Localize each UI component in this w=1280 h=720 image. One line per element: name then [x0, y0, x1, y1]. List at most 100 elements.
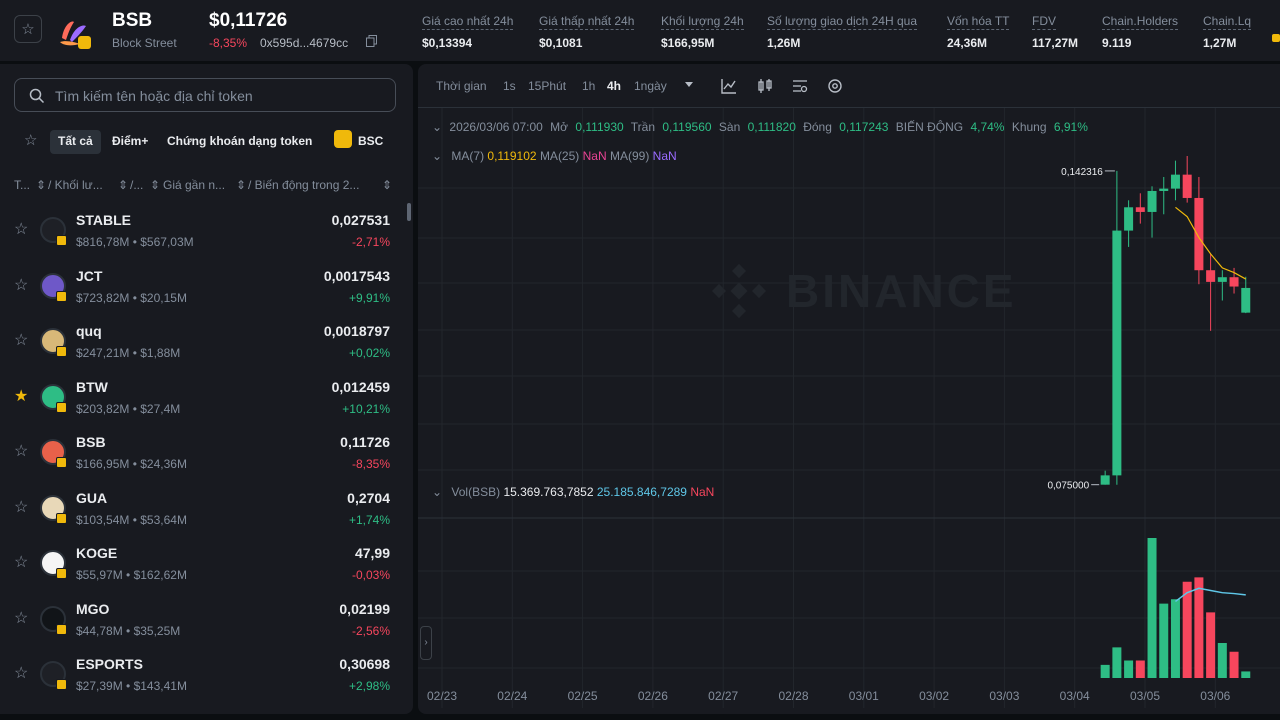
x-tick-label: 03/02: [919, 689, 949, 703]
x-tick-label: 03/04: [1060, 689, 1090, 703]
candle-body: [1229, 277, 1239, 287]
contract-address[interactable]: 0x595d...4679cc: [260, 36, 348, 50]
ohlc-date: 2026/03/06 07:00: [449, 120, 543, 134]
token-price: 0,2704: [347, 489, 390, 506]
favorites-filter-icon[interactable]: ☆: [24, 131, 37, 149]
col-volume[interactable]: / Khối lư...: [48, 178, 103, 192]
more-stats-icon[interactable]: [1272, 34, 1280, 42]
tab-tokenized-stocks[interactable]: Chứng khoán dạng token: [159, 130, 320, 154]
binance-watermark-icon: [711, 263, 767, 319]
col-token[interactable]: T...: [14, 178, 30, 192]
sort-icon[interactable]: ⇕: [118, 178, 128, 192]
favorite-star-icon[interactable]: ☆: [14, 275, 28, 295]
volume-bar: [1217, 643, 1227, 678]
stat-label: Chain.Holders: [1102, 14, 1179, 30]
list-scrollbar[interactable]: [407, 203, 411, 221]
vol-value: 15.369.763,7852: [503, 485, 594, 499]
token-row[interactable]: ☆ BSB $166,95M • $24,36M 0,11726 -8,35%: [0, 426, 404, 481]
token-name: quq: [76, 323, 102, 339]
token-price: 0,027531: [331, 212, 390, 228]
favorite-star-icon[interactable]: ☆: [14, 552, 28, 572]
token-volume-mcap: $27,39M • $143,41M: [76, 679, 187, 693]
ohlc-legend: ⌄ 2026/03/06 07:00 Mở 0,111930 Trần 0,11…: [432, 120, 1092, 134]
search-icon: [29, 88, 45, 104]
candle-body: [1100, 475, 1110, 485]
favorite-star-icon[interactable]: ☆: [14, 497, 28, 517]
bsc-badge-icon: [56, 679, 67, 690]
interval-1d[interactable]: 1ngày: [634, 79, 667, 93]
token-price: 0,012459: [331, 378, 390, 395]
token-volume-mcap: $166,95M • $24,36M: [76, 457, 187, 471]
sort-icon[interactable]: ⇕: [236, 178, 246, 192]
expand-panel-button[interactable]: ›: [420, 626, 432, 660]
sort-icon[interactable]: ⇕: [36, 178, 46, 192]
ma7-label: MA(7): [451, 149, 485, 163]
collapse-chevron-icon[interactable]: ⌄: [432, 485, 442, 499]
favorite-star-icon[interactable]: ★: [14, 386, 28, 406]
gear-icon[interactable]: [826, 77, 844, 95]
token-row[interactable]: ★ BTW $203,82M • $27,4M 0,012459 +10,21%: [0, 371, 404, 426]
token-row[interactable]: ☆ quq $247,21M • $1,88M 0,0018797 +0,02%: [0, 315, 404, 370]
ohlc-close-label: Đóng: [803, 120, 832, 134]
token-header: ☆ BSB Block Street $0,11726 -8,35% 0x595…: [0, 0, 1280, 62]
list-column-headers: T... ⇕ / Khối lư... ⇕ /... ⇕ Giá gần n..…: [0, 178, 413, 196]
bsc-badge-icon: [56, 457, 67, 468]
tab-all[interactable]: Tất cả: [50, 130, 101, 154]
favorite-star-icon[interactable]: ☆: [14, 219, 28, 239]
token-volume-mcap: $723,82M • $20,15M: [76, 290, 187, 305]
token-row[interactable]: ☆ GUA $103,54M • $53,64M 0,2704 +1,74%: [0, 482, 404, 537]
sort-icon[interactable]: ⇕: [150, 178, 160, 192]
search-input[interactable]: Tìm kiếm tên hoặc địa chỉ token: [55, 88, 253, 104]
token-row[interactable]: ☆ MGO $44,78M • $35,25M 0,02199 -2,56%: [0, 593, 404, 648]
x-tick-label: 03/01: [849, 689, 879, 703]
interval-dropdown-icon[interactable]: [684, 81, 694, 89]
favorite-star-icon[interactable]: ☆: [14, 441, 28, 461]
search-box[interactable]: Tìm kiếm tên hoặc địa chỉ token: [14, 78, 396, 112]
tab-bsc[interactable]: BSC: [350, 130, 391, 154]
tab-points[interactable]: Điểm+: [104, 130, 156, 154]
copy-icon[interactable]: [366, 35, 377, 47]
display-settings-icon[interactable]: [791, 77, 809, 95]
x-tick-label: 02/28: [778, 689, 808, 703]
stat-value: $0,13394: [422, 36, 473, 50]
candle-body: [1206, 270, 1216, 282]
indicator-icon[interactable]: [720, 77, 738, 95]
collapse-chevron-icon[interactable]: ⌄: [432, 149, 442, 163]
sort-icon[interactable]: ⇕: [382, 178, 392, 192]
token-change: -0,03%: [351, 568, 390, 582]
stat-holders: Chain.Holders 9.119: [1102, 12, 1179, 50]
bsb-logo-icon: [60, 21, 91, 49]
col-price[interactable]: Giá gần n...: [163, 178, 225, 192]
filter-tabs: ☆ Tất cả Điểm+ Chứng khoán dạng token BS…: [0, 126, 413, 154]
stat-value: 117,27M: [1032, 36, 1079, 50]
favorite-star-icon[interactable]: ☆: [14, 663, 28, 683]
token-list-panel: Tìm kiếm tên hoặc địa chỉ token ☆ Tất cả…: [0, 64, 413, 714]
candle-type-icon[interactable]: [756, 77, 774, 95]
favorite-star-icon[interactable]: ☆: [14, 608, 28, 628]
token-row[interactable]: ☆ ESPORTS $27,39M • $143,41M 0,30698 +2,98%: [0, 648, 404, 703]
candle-body: [1182, 174, 1192, 198]
interval-15m[interactable]: 15Phút: [528, 79, 566, 93]
volume-bar: [1147, 538, 1157, 678]
price-chart[interactable]: 02/23 02/24 02/25 02/26 02/27 02/28 03/01 03/02…: [418, 108, 1280, 714]
interval-1h[interactable]: 1h: [582, 79, 595, 93]
vol-label: Vol(BSB): [451, 485, 501, 499]
token-price: $0,11726: [209, 10, 288, 31]
favorite-star-button[interactable]: ☆: [14, 15, 42, 43]
token-change: -8,35%: [351, 457, 390, 471]
token-change: +1,74%: [348, 512, 390, 527]
col-change[interactable]: / Biến động trong 2...: [248, 178, 359, 192]
token-row[interactable]: ☆ KOGE $55,97M • $162,62M 47,99 -0,03%: [0, 537, 404, 592]
col-mcap[interactable]: /...: [130, 178, 143, 192]
stat-label: Giá thấp nhất 24h: [539, 14, 635, 30]
token-row[interactable]: ☆ STABLE $816,78M • $567,03M 0,027531 -2,71%: [0, 204, 404, 259]
interval-1s[interactable]: 1s: [503, 79, 516, 93]
collapse-chevron-icon[interactable]: ⌄: [432, 120, 442, 134]
token-row[interactable]: ☆ JCT $723,82M • $20,15M 0,0017543 +9,91%: [0, 260, 404, 315]
ma99-value: NaN: [652, 149, 677, 163]
vol-ma1-value: 25.185.846,7289: [596, 485, 687, 499]
favorite-star-icon[interactable]: ☆: [14, 330, 28, 350]
vol-ma2-value: NaN: [690, 485, 715, 499]
x-tick-label: 02/25: [568, 689, 598, 703]
interval-4h[interactable]: 4h: [607, 79, 621, 93]
